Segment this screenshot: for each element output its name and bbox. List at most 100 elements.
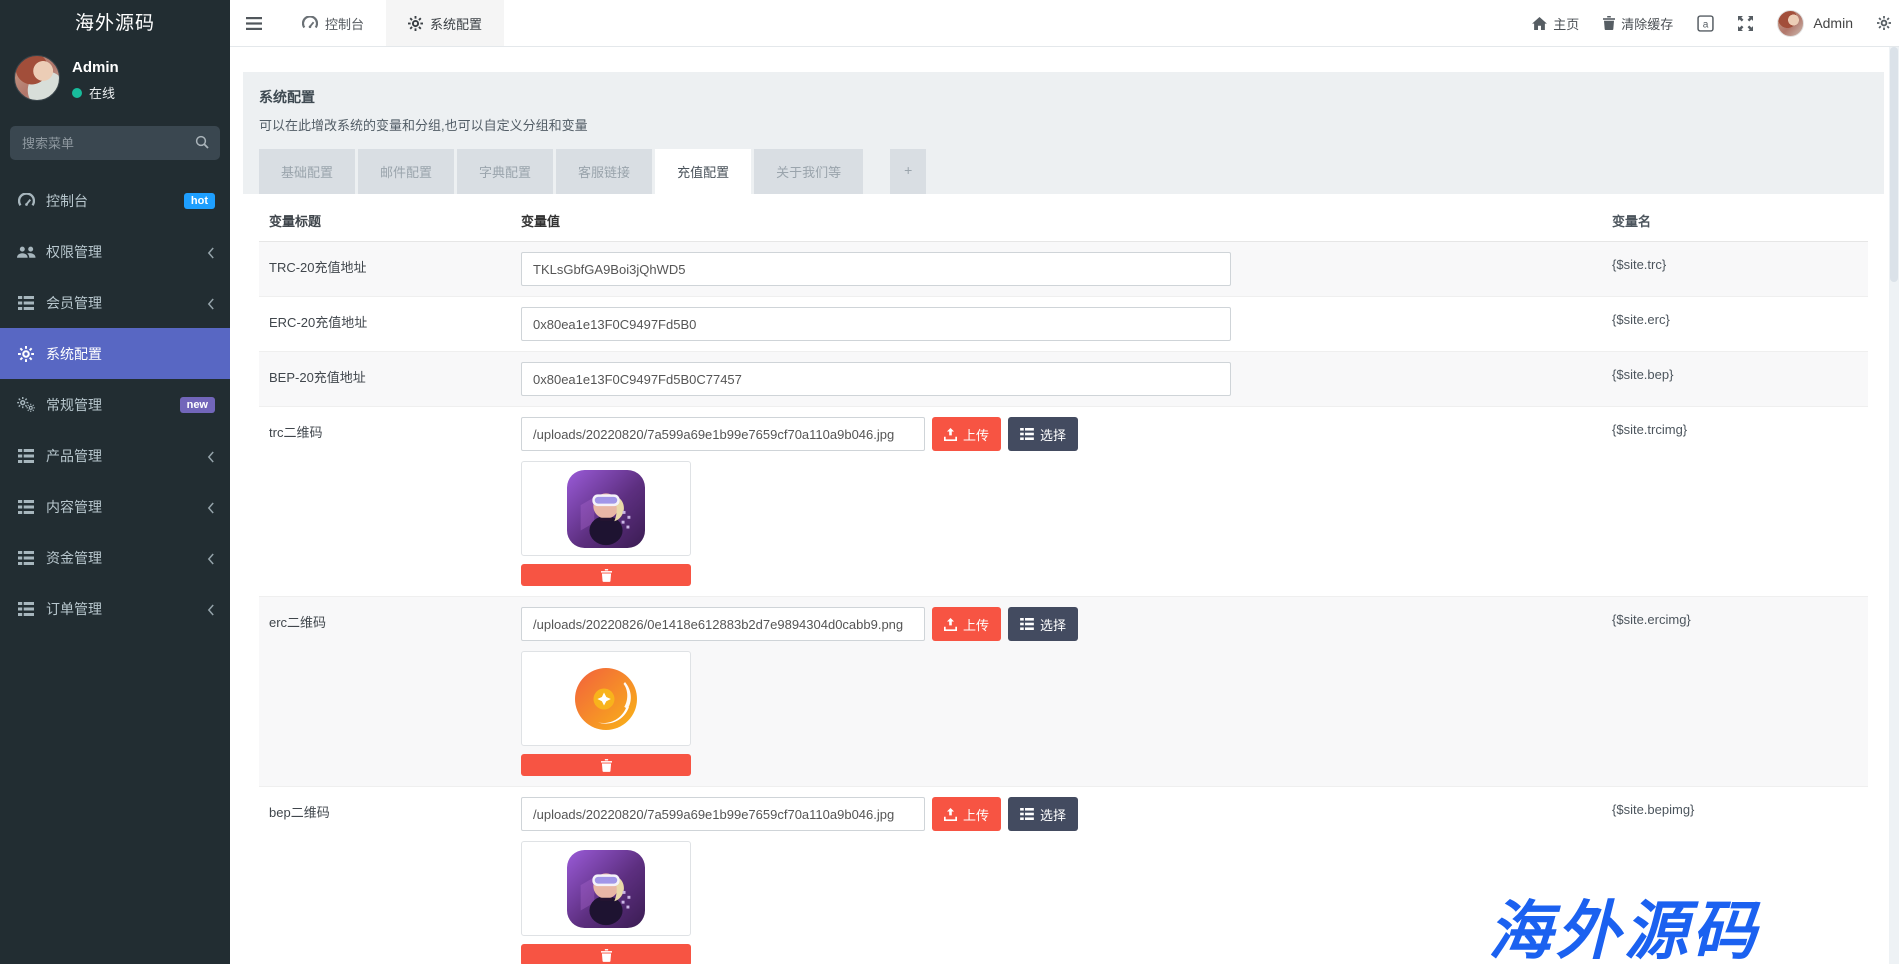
topbar: 控制台 系统配置 主页 清除缓存 Admin — [230, 0, 1899, 47]
gears-icon — [15, 397, 37, 413]
user-status: 在线 — [72, 83, 119, 102]
tab-dictionary-config[interactable]: 字典配置 — [457, 149, 553, 194]
upload-button[interactable]: 上传 — [932, 797, 1001, 831]
vertical-scrollbar[interactable] — [1889, 47, 1899, 964]
sidebar-item-funds[interactable]: 资金管理 — [0, 532, 230, 583]
upload-label: 上传 — [963, 425, 989, 444]
list-icon — [15, 602, 37, 616]
delete-image-button[interactable] — [521, 754, 691, 776]
choose-label: 选择 — [1040, 615, 1066, 634]
avatar — [14, 55, 60, 101]
choose-button[interactable]: 选择 — [1008, 417, 1078, 451]
row-value: 上传 选择 — [511, 787, 1602, 964]
row-title: bep二维码 — [259, 787, 511, 836]
delete-image-button[interactable] — [521, 944, 691, 964]
page-subtitle: 可以在此增改系统的变量和分组,也可以自定义分组和变量 — [259, 115, 1868, 134]
chevron-left-icon — [207, 601, 215, 617]
image-preview[interactable] — [521, 461, 691, 556]
upload-icon — [944, 618, 957, 631]
row-value: 上传 选择 — [511, 407, 1602, 596]
topbar-tab-system-config[interactable]: 系统配置 — [386, 0, 504, 46]
online-status-icon — [72, 88, 82, 98]
translate-button[interactable] — [1697, 15, 1714, 32]
chevron-left-icon — [207, 244, 215, 260]
row-variable: {$site.bepimg} — [1602, 787, 1868, 832]
vr-girl-app-icon — [567, 850, 645, 928]
upload-icon — [944, 428, 957, 441]
column-header: 变量标题 — [259, 200, 511, 241]
image-preview[interactable] — [521, 651, 691, 746]
tab-mail-config[interactable]: 邮件配置 — [358, 149, 454, 194]
search-input[interactable] — [10, 126, 220, 160]
panel-body: 变量标题 变量值 变量名 TRC-20充值地址 {$site.trc} ERC-… — [243, 194, 1884, 964]
chevron-left-icon — [207, 448, 215, 464]
erc-address-input[interactable] — [521, 307, 1231, 341]
scrollbar-thumb[interactable] — [1890, 47, 1898, 282]
upload-label: 上传 — [963, 805, 989, 824]
topbar-tab-dashboard[interactable]: 控制台 — [280, 0, 386, 46]
bep-address-input[interactable] — [521, 362, 1231, 396]
choose-button[interactable]: 选择 — [1008, 607, 1078, 641]
trash-icon — [601, 949, 612, 962]
hot-badge: hot — [184, 193, 215, 209]
tab-basic-config[interactable]: 基础配置 — [259, 149, 355, 194]
tachometer-icon — [15, 193, 37, 208]
clear-cache-link[interactable]: 清除缓存 — [1603, 14, 1673, 33]
vr-girl-app-icon — [567, 470, 645, 548]
topbar-user-menu[interactable]: Admin — [1777, 10, 1853, 37]
gear-icon — [15, 346, 37, 362]
app-logo: 海外源码 — [0, 0, 230, 47]
trash-icon — [601, 569, 612, 582]
delete-image-button[interactable] — [521, 564, 691, 586]
upload-button[interactable]: 上传 — [932, 607, 1001, 641]
sidebar-item-members[interactable]: 会员管理 — [0, 277, 230, 328]
user-panel: Admin 在线 — [0, 47, 230, 114]
sidebar-item-general[interactable]: 常规管理 new — [0, 379, 230, 430]
home-link[interactable]: 主页 — [1532, 14, 1579, 33]
fullscreen-icon — [1738, 16, 1753, 31]
sidebar-menu: 控制台 hot 权限管理 会员管理 系统配置 常规管理 new 产品管理 — [0, 175, 230, 634]
row-variable: {$site.trcimg} — [1602, 407, 1868, 452]
sidebar-item-dashboard[interactable]: 控制台 hot — [0, 175, 230, 226]
hamburger-icon — [246, 17, 262, 30]
row-variable: {$site.trc} — [1602, 242, 1868, 287]
trc-qrcode-path-input[interactable] — [521, 417, 925, 451]
trash-icon — [1603, 16, 1615, 30]
sidebar-item-label: 常规管理 — [46, 395, 102, 415]
table-row: bep二维码 上传 选择 — [259, 787, 1868, 964]
chevron-left-icon — [207, 550, 215, 566]
sidebar-item-permissions[interactable]: 权限管理 — [0, 226, 230, 277]
row-value: 上传 选择 — [511, 597, 1602, 786]
trash-icon — [601, 759, 612, 772]
home-icon — [1532, 17, 1547, 30]
fullscreen-button[interactable] — [1738, 16, 1753, 31]
tab-recharge-config[interactable]: 充值配置 — [655, 149, 751, 194]
trc-address-input[interactable] — [521, 252, 1231, 286]
sidebar-toggle-button[interactable] — [230, 0, 280, 46]
erc-qrcode-path-input[interactable] — [521, 607, 925, 641]
row-title: TRC-20充值地址 — [259, 242, 511, 291]
upload-icon — [944, 808, 957, 821]
bep-qrcode-path-input[interactable] — [521, 797, 925, 831]
list-icon — [1020, 428, 1034, 440]
sidebar-item-label: 会员管理 — [46, 293, 102, 313]
tab-service-links[interactable]: 客服链接 — [556, 149, 652, 194]
tab-about-us[interactable]: 关于我们等 — [754, 149, 863, 194]
sidebar-item-contents[interactable]: 内容管理 — [0, 481, 230, 532]
choose-button[interactable]: 选择 — [1008, 797, 1078, 831]
list-icon — [15, 551, 37, 565]
chevron-left-icon — [207, 295, 215, 311]
list-icon — [1020, 808, 1034, 820]
sidebar-item-label: 系统配置 — [46, 344, 102, 364]
sidebar-item-orders[interactable]: 订单管理 — [0, 583, 230, 634]
sidebar-item-system-config[interactable]: 系统配置 — [0, 328, 230, 379]
sidebar-item-products[interactable]: 产品管理 — [0, 430, 230, 481]
add-tab-button[interactable]: + — [890, 149, 926, 194]
table-row: erc二维码 上传 选择 — [259, 597, 1868, 787]
user-info: Admin 在线 — [72, 55, 119, 102]
settings-button[interactable] — [1877, 16, 1891, 30]
new-badge: new — [180, 397, 215, 413]
clear-cache-label: 清除缓存 — [1621, 14, 1673, 33]
image-preview[interactable] — [521, 841, 691, 936]
upload-button[interactable]: 上传 — [932, 417, 1001, 451]
